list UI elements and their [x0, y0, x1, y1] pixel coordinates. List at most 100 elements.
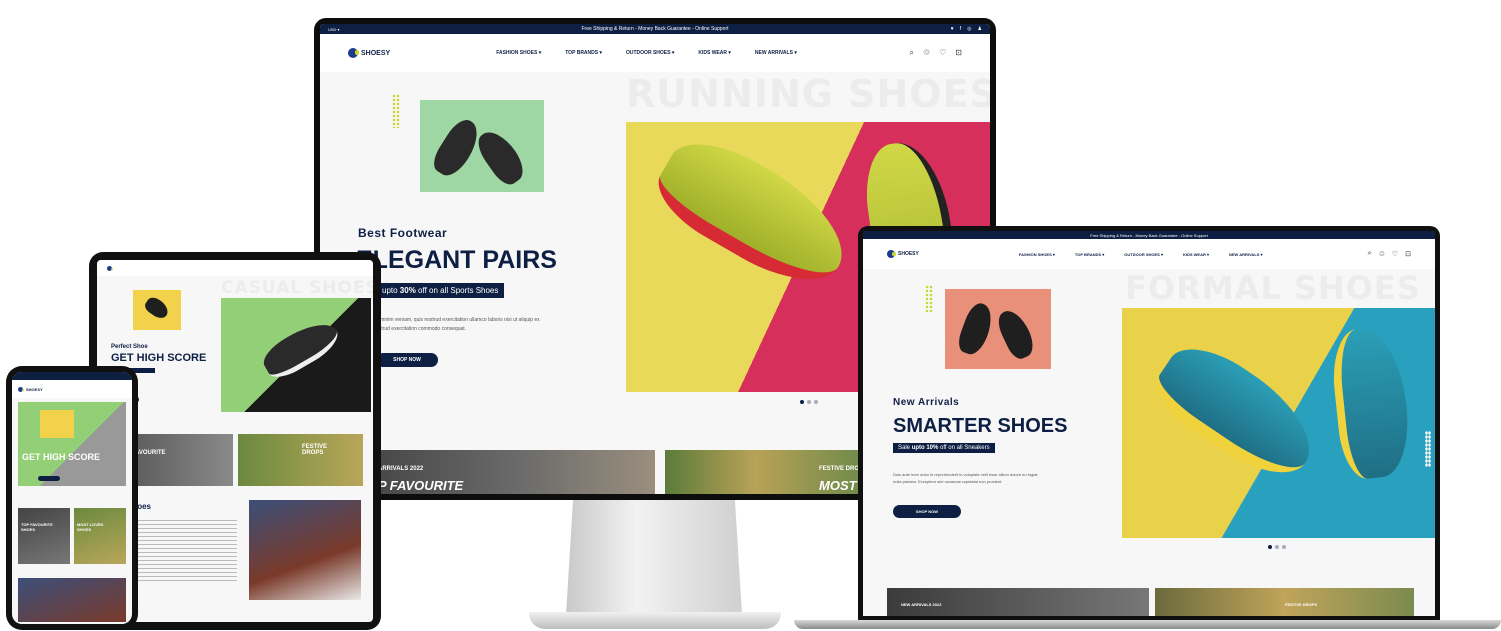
compare-icon[interactable]: ♲ — [1379, 250, 1385, 258]
promo-suffix: off on all Sneakers — [938, 445, 990, 451]
logo-mark-icon — [107, 265, 113, 271]
monitor-stand — [566, 500, 742, 615]
brand-logo[interactable]: SHOESY — [348, 48, 390, 58]
compare-icon[interactable]: ♲ — [923, 48, 930, 58]
laptop-screen: Free Shipping & Return - Money Back Guar… — [863, 231, 1435, 616]
menu-kids-wear[interactable]: KIDS WEAR ▾ — [698, 50, 731, 56]
instagram-icon[interactable]: ◎ — [967, 26, 971, 32]
card-top-favourite[interactable]: TOP FAVOURITE SHOES — [18, 508, 70, 564]
menu-outdoor-shoes[interactable]: OUTDOOR SHOES ▾ — [1124, 252, 1163, 257]
card-title: TOP FAVOURITE SHOES — [21, 522, 53, 532]
brand-logo[interactable]: SHOESY — [887, 250, 919, 258]
cart-icon[interactable]: ⊡ — [1405, 250, 1411, 258]
tablet-screen: CASUAL SHOES Perfect Shoe GET HIGH SCORE… — [97, 260, 373, 622]
heart-icon[interactable]: ♥ — [951, 26, 954, 32]
hero-main-image — [18, 402, 126, 486]
hero-headline: ELEGANT PAIRS — [356, 246, 557, 274]
promo-suffix: off on all Sports Shoes — [415, 286, 499, 295]
brand-logo[interactable]: SHOESY — [18, 386, 43, 392]
banner-label: FESTIVE DROPS — [1285, 602, 1318, 607]
menu-outdoor-shoes[interactable]: OUTDOOR SHOES ▾ — [626, 50, 674, 56]
facebook-icon[interactable]: f — [960, 26, 961, 32]
hero-description: d minim veniam, quis nostrud exercitatio… — [376, 316, 540, 334]
hero-headline: SMARTER SHOES — [893, 415, 1068, 437]
topbar-message: Free Shipping & Return - Money Back Guar… — [581, 26, 729, 32]
banner-festive-drops[interactable]: FESTIVE DROPS MOST L — [665, 450, 868, 494]
hero-shoe-left — [1144, 331, 1330, 493]
thumbnail-shoe-right — [993, 305, 1039, 363]
shop-now-button[interactable]: SHOP NOW — [893, 505, 961, 518]
decorative-dot-grid — [925, 285, 933, 313]
decorative-dot-grid — [392, 94, 400, 128]
hero-description-line: d minim veniam, quis nostrud exercitatio… — [376, 317, 540, 323]
carousel-indicators — [1268, 545, 1286, 549]
section-image — [249, 500, 361, 600]
search-icon[interactable]: ⌕ — [909, 48, 913, 58]
desktop-navbar: SHOESY FASHION SHOES ▾ TOP BRANDS ▾ OUTD… — [320, 34, 990, 72]
wishlist-icon[interactable]: ♡ — [939, 48, 946, 58]
laptop-topbar: Free Shipping & Return - Money Back Guar… — [863, 231, 1435, 239]
card-top-favourite[interactable]: AVOURITE — [127, 434, 233, 486]
card-festive-drops[interactable]: FESTIVE DROPS — [238, 434, 363, 486]
phone-screen: SHOESY GET HIGH SCORE TOP FAVOURITE SHOE… — [12, 372, 132, 624]
hero-shoe — [257, 314, 345, 384]
header-icons: ⌕ ♲ ♡ ⊡ — [1368, 250, 1411, 258]
hero-description-line: Duis aute irure dolor in reprehenderit i… — [893, 472, 1038, 477]
hero-shoe-left — [644, 124, 864, 302]
hero-watermark: FORMAL SHOES — [1125, 269, 1421, 307]
hero-description-line: ostrud exercitation commodo consequat. — [376, 326, 467, 332]
card-title: FESTIVE DROPS — [302, 444, 328, 456]
main-menu: FASHION SHOES ▾ TOP BRANDS ▾ OUTDOOR SHO… — [1019, 252, 1263, 257]
carousel-dot[interactable] — [800, 400, 804, 404]
hero-main-image — [1122, 308, 1435, 538]
carousel-dot[interactable] — [814, 400, 818, 404]
menu-top-brands[interactable]: TOP BRANDS ▾ — [1075, 252, 1104, 257]
banner-new-arrivals[interactable]: NEW ARRIVALS 2022 — [887, 588, 1149, 616]
carousel-indicators — [800, 400, 818, 404]
banner-label: NEW ARRIVALS 2022 — [901, 602, 942, 607]
banner-festive-drops[interactable]: FESTIVE DROPS — [1155, 588, 1414, 616]
hero-main-image — [221, 298, 371, 412]
hero-eyebrow: New Arrivals — [893, 397, 960, 408]
hero-watermark: CASUAL SHOES — [221, 278, 373, 298]
search-icon[interactable]: ⌕ — [1368, 250, 1372, 258]
phone-navbar: SHOESY — [12, 380, 132, 398]
carousel-dot[interactable] — [1268, 545, 1272, 549]
banner-label: ARRIVALS 2022 — [378, 466, 424, 472]
hero-eyebrow: Best Footwear — [358, 226, 448, 240]
thumbnail-shoe-left — [428, 114, 486, 182]
hero-description-line: nulla pariatur. Excepteur sint occaecat … — [893, 479, 1003, 484]
menu-new-arrivals[interactable]: NEW ARRIVALS ▾ — [1229, 252, 1263, 257]
hero-thumbnail-image — [133, 290, 181, 330]
carousel-dot[interactable] — [1282, 545, 1286, 549]
shop-now-button[interactable] — [38, 476, 60, 481]
card-most-loved[interactable]: MOST LOVED SHOES — [74, 508, 126, 564]
shop-now-button[interactable]: SHOP NOW — [376, 353, 438, 367]
hero-thumbnail-image — [40, 410, 74, 438]
menu-kids-wear[interactable]: KIDS WEAR ▾ — [1183, 252, 1209, 257]
carousel-dot[interactable] — [1275, 545, 1279, 549]
wishlist-icon[interactable]: ♡ — [1392, 250, 1398, 258]
laptop-navbar: SHOESY FASHION SHOES ▾ TOP BRANDS ▾ OUTD… — [863, 239, 1435, 269]
hero-watermark: RUNNING SHOES — [626, 72, 990, 116]
menu-new-arrivals[interactable]: NEW ARRIVALS ▾ — [755, 50, 797, 56]
decorative-dot-grid — [1425, 431, 1431, 467]
cart-icon[interactable]: ⊡ — [955, 48, 962, 58]
tablet-navbar — [97, 260, 373, 276]
laptop: Free Shipping & Return - Money Back Guar… — [858, 226, 1440, 621]
logo-mark-icon — [18, 386, 24, 392]
thumbnail-shoe-left — [954, 300, 998, 358]
promo-prefix: upto — [382, 286, 400, 295]
menu-fashion-shoes[interactable]: FASHION SHOES ▾ — [1019, 252, 1055, 257]
social-links: ♥ f ◎ ♟ — [951, 26, 982, 32]
brand-logo[interactable] — [107, 265, 113, 271]
hero-headline: GET HIGH SCORE — [111, 352, 207, 364]
laptop-base — [794, 620, 1501, 629]
carousel-dot[interactable] — [807, 400, 811, 404]
user-icon[interactable]: ♟ — [978, 26, 982, 32]
currency-selector[interactable]: USD ▾ — [328, 27, 340, 32]
menu-fashion-shoes[interactable]: FASHION SHOES ▾ — [496, 50, 541, 56]
menu-top-brands[interactable]: TOP BRANDS ▾ — [565, 50, 602, 56]
logo-mark-icon — [348, 48, 359, 58]
logo-text: SHOESY — [898, 251, 919, 257]
